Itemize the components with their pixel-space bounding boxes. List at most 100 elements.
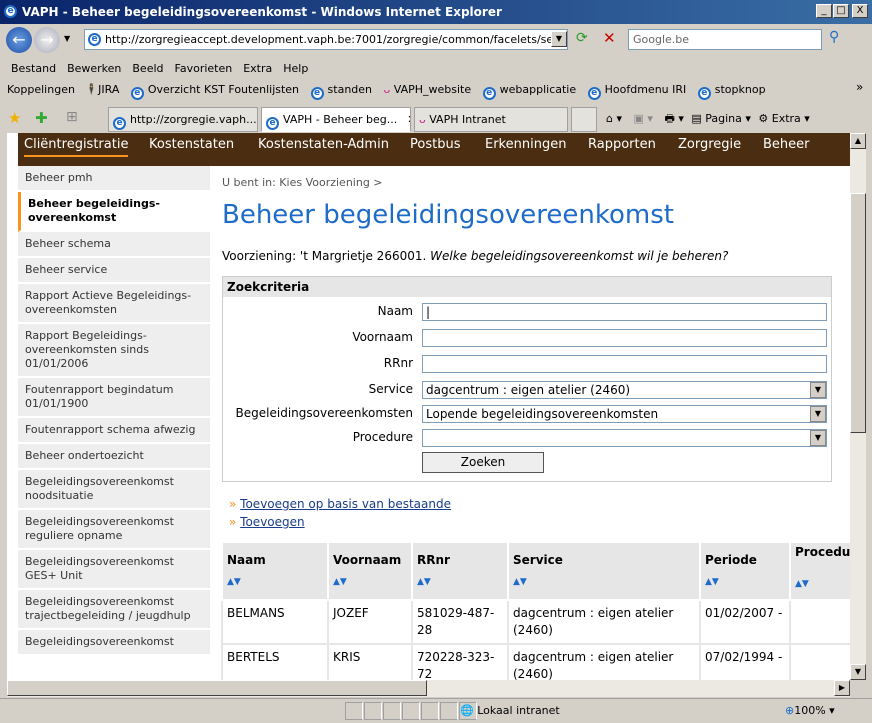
vertical-scrollbar[interactable]: ▲ ▼: [850, 133, 866, 680]
tab-intranet[interactable]: ᴗ VAPH Intranet: [414, 107, 568, 132]
scroll-down-button[interactable]: ▼: [850, 664, 866, 680]
menu-extra[interactable]: Extra: [243, 62, 272, 75]
link-webapplicatie[interactable]: e webapplicatie: [482, 83, 576, 100]
page-menu[interactable]: ▤ Pagina ▾: [691, 112, 751, 125]
nav-kostenstaten[interactable]: Kostenstaten: [149, 137, 234, 152]
ie-logo-icon: e: [4, 5, 17, 18]
ie-icon: e: [130, 87, 144, 100]
add-link[interactable]: Toevoegen: [240, 515, 304, 529]
zoeken-button[interactable]: Zoeken: [422, 452, 544, 473]
address-bar[interactable]: http://zorgregieaccept.development.vaph.…: [84, 29, 568, 50]
search-input[interactable]: Google.be: [628, 29, 822, 50]
close-tab-icon[interactable]: ✕: [407, 113, 410, 126]
breadcrumb: U bent in: Kies Voorziening >: [222, 176, 383, 189]
nav-clientregistratie[interactable]: Cliëntregistratie: [24, 137, 129, 157]
col-voornaam[interactable]: Voornaam ▲▼: [327, 541, 413, 601]
print-icon[interactable]: 🖶 ▾: [664, 112, 683, 125]
link-vaph-website[interactable]: ᴗ VAPH_website: [384, 83, 472, 96]
procedure-select[interactable]: ▼: [422, 429, 827, 447]
tab-active[interactable]: eVAPH - Beheer beg...✕: [261, 107, 411, 132]
add-favorite-icon[interactable]: ✚: [35, 109, 48, 127]
address-dropdown[interactable]: ▼: [551, 31, 567, 47]
sidebar-item[interactable]: Begeleidingsovereenkomst GES+ Unit: [18, 550, 210, 590]
table-row[interactable]: BERTELS KRIS 720228-323-72 dagcentrum : eig…: [221, 643, 850, 680]
sort-icon: ▲▼: [417, 577, 431, 587]
tools-menu[interactable]: ⚙ Extra ▾: [758, 112, 809, 125]
bo-label: Begeleidingsovereenkomsten: [235, 406, 413, 420]
nav-zorgregie[interactable]: Zorgregie: [678, 137, 741, 152]
scroll-up-button[interactable]: ▲: [850, 133, 866, 149]
menu-bestand[interactable]: Bestand: [11, 62, 56, 75]
tab-zorgregie[interactable]: e http://zorgregie.vaph....: [108, 107, 258, 132]
sidebar-item[interactable]: Foutenrapport schema afwezig: [18, 418, 210, 444]
sort-icon: ▲▼: [333, 577, 347, 587]
sidebar-item[interactable]: Begeleidingsovereenkomst: [18, 630, 210, 656]
menu-bewerken[interactable]: Bewerken: [67, 62, 121, 75]
link-standen[interactable]: e standen: [310, 83, 372, 100]
maximize-button[interactable]: □: [833, 4, 849, 18]
history-dropdown[interactable]: ▼: [64, 34, 70, 43]
top-navigation: Cliëntregistratie Kostenstaten Kostensta…: [18, 133, 850, 166]
search-icon[interactable]: ⚲: [829, 29, 839, 45]
link-hoofdmenu[interactable]: e Hoofdmenu IRI: [587, 83, 686, 100]
horizontal-scrollbar[interactable]: ▶: [7, 680, 850, 697]
nav-beheer[interactable]: Beheer: [763, 137, 810, 152]
globe-icon: 🌐: [460, 704, 474, 717]
add-from-existing-link[interactable]: Toevoegen op basis van bestaande: [240, 497, 451, 511]
sidebar-item[interactable]: Beheer schema: [18, 232, 210, 258]
sidebar-item[interactable]: Beheer ondertoezicht: [18, 444, 210, 470]
quick-tabs-icon[interactable]: ⊞: [66, 109, 78, 125]
scroll-right-button[interactable]: ▶: [834, 680, 850, 696]
procedure-label: Procedure: [352, 430, 413, 444]
link-jira[interactable]: 🕴JIRA: [84, 83, 119, 96]
sidebar-item[interactable]: Begeleidingsovereenkomst reguliere opnam…: [18, 510, 210, 550]
menu-beeld[interactable]: Beeld: [132, 62, 163, 75]
table-row[interactable]: BELMANS JOZEF 581029-487-28 dagcentrum : ei…: [221, 599, 850, 645]
nav-erkenningen[interactable]: Erkenningen: [485, 137, 566, 152]
nav-kostenstaten-admin[interactable]: Kostenstaten-Admin: [258, 137, 389, 152]
nav-postbus[interactable]: Postbus: [410, 137, 460, 152]
sidebar-item-active[interactable]: Beheer begeleidings-overeenkomst: [18, 192, 210, 232]
zoom-control[interactable]: ⊕100% ▾: [785, 704, 835, 717]
link-stopknop[interactable]: e stopknop: [697, 83, 766, 100]
col-procedure[interactable]: Procedur▲▼: [789, 541, 850, 601]
feeds-icon[interactable]: ▣ ▾: [634, 112, 653, 125]
chevron-down-icon: ▼: [810, 406, 826, 422]
stop-icon[interactable]: ✕: [603, 29, 616, 47]
sidebar-item[interactable]: Rapport Begeleidings-overeenkomsten sind…: [18, 324, 210, 378]
double-chevron-icon: »: [229, 497, 237, 511]
col-periode[interactable]: Periode ▲▼: [699, 541, 791, 601]
back-button[interactable]: ←: [6, 27, 32, 53]
ie-icon: e: [697, 87, 711, 100]
forward-button[interactable]: →: [34, 27, 60, 53]
new-tab-button[interactable]: [571, 107, 597, 132]
sidebar-item[interactable]: Foutenrapport begindatum 01/01/1900: [18, 378, 210, 418]
vaph-icon: ᴗ: [383, 83, 391, 96]
h-scroll-thumb[interactable]: [7, 680, 427, 696]
nav-rapporten[interactable]: Rapporten: [588, 137, 656, 152]
refresh-icon[interactable]: ⟳: [576, 30, 588, 46]
naam-input[interactable]: |: [422, 303, 827, 321]
service-select[interactable]: dagcentrum : eigen atelier (2460) ▼: [422, 381, 827, 399]
voornaam-input[interactable]: [422, 329, 827, 347]
favorites-star-icon[interactable]: ★: [8, 109, 21, 127]
sidebar-item[interactable]: Beheer service: [18, 258, 210, 284]
sidebar-item[interactable]: Begeleidingsovereenkomst trajectbegeleid…: [18, 590, 210, 630]
bo-select[interactable]: Lopende begeleidingsovereenkomsten ▼: [422, 405, 827, 423]
col-service[interactable]: Service ▲▼: [507, 541, 701, 601]
sidebar-item[interactable]: Begeleidingsovereenkomst noodsituatie: [18, 470, 210, 510]
menu-favorieten[interactable]: Favorieten: [175, 62, 233, 75]
col-rrnr[interactable]: RRnr ▲▼: [411, 541, 509, 601]
col-naam[interactable]: Naam ▲▼: [221, 541, 329, 601]
home-icon[interactable]: ⌂ ▾: [606, 112, 622, 125]
close-window-button[interactable]: X: [852, 4, 868, 18]
rrnr-input[interactable]: [422, 355, 827, 373]
voornaam-label: Voornaam: [352, 330, 413, 344]
link-overzicht[interactable]: e Overzicht KST Foutenlijsten: [130, 83, 299, 100]
menu-help[interactable]: Help: [283, 62, 308, 75]
sidebar-item[interactable]: Rapport Actieve Begeleidings-overeenkoms…: [18, 284, 210, 324]
minimize-button[interactable]: _: [816, 4, 832, 18]
scroll-thumb[interactable]: [850, 193, 866, 433]
sidebar-item[interactable]: Beheer pmh: [18, 166, 210, 192]
chevron-more-icon[interactable]: »: [856, 80, 863, 94]
